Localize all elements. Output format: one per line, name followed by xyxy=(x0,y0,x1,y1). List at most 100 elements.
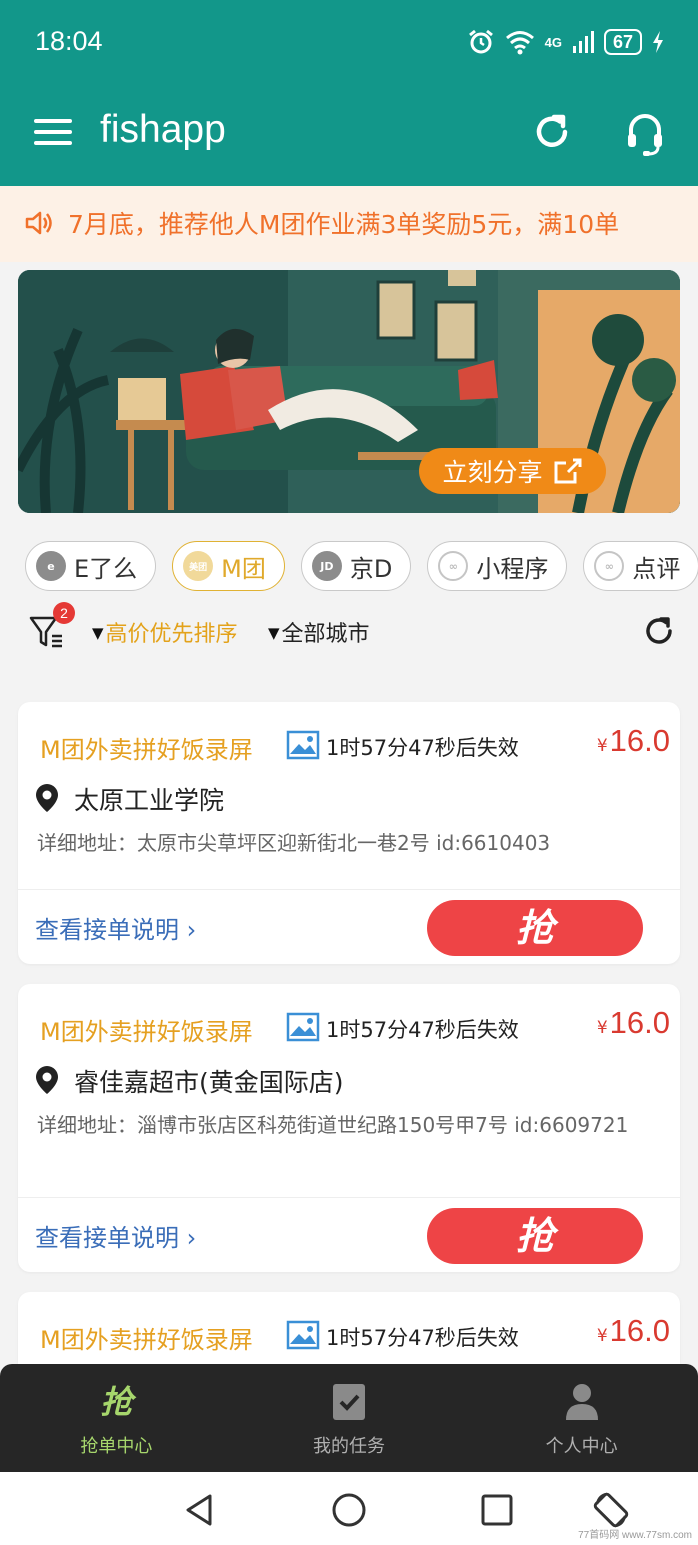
shop-address: 详细地址：淄博市张店区科苑街道世纪路150号甲7号 id:6609721 xyxy=(37,1113,629,1137)
image-icon[interactable] xyxy=(286,1320,320,1350)
price-value: 16.0 xyxy=(609,723,670,758)
tab-eleme[interactable]: e E了么 xyxy=(25,541,157,591)
tab-jd[interactable]: JD 京D xyxy=(300,541,412,591)
caret-down-icon: ▼ xyxy=(268,624,280,642)
link-label: 查看接单说明 xyxy=(35,916,179,944)
headset-icon[interactable] xyxy=(623,110,667,158)
chevron-right-icon: › xyxy=(179,1224,197,1252)
tab-dianping[interactable]: ∞ 点评 xyxy=(583,541,698,591)
link-icon: ∞ xyxy=(594,551,625,581)
nav-label: 我的任务 xyxy=(313,1436,385,1457)
system-nav: 77首码网 www.77sm.com xyxy=(0,1472,698,1545)
filter-badge: 2 xyxy=(53,602,75,624)
order-expire: 1时57分47秒后失效 xyxy=(326,1018,519,1042)
home-icon[interactable] xyxy=(329,1490,369,1530)
nav-grab-center[interactable]: 抢 抢单中心 xyxy=(0,1364,233,1472)
status-time: 18:04 xyxy=(35,26,103,56)
status-icons: 4G 67 xyxy=(467,26,664,58)
network-type: 4G xyxy=(544,34,562,50)
bottom-nav: 抢 抢单中心 我的任务 个人中心 xyxy=(0,1364,698,1472)
currency-symbol: ¥ xyxy=(596,1018,608,1038)
shop-name: 太原工业学院 xyxy=(74,786,225,815)
status-bar: 18:04 4G 67 xyxy=(0,0,698,86)
tab-label: 小程序 xyxy=(476,554,549,583)
grab-order-button[interactable]: 抢 xyxy=(427,1208,643,1264)
sort-label: 高价优先排序 xyxy=(105,622,238,647)
divider xyxy=(18,1197,680,1198)
tab-label: E了么 xyxy=(74,554,138,583)
nav-label: 抢单中心 xyxy=(80,1436,153,1457)
order-instructions-link[interactable]: 查看接单说明 › xyxy=(35,1218,196,1253)
grab-glyph: 抢 xyxy=(100,1383,133,1421)
rotate-icon[interactable] xyxy=(591,1490,631,1530)
tab-label: M团 xyxy=(221,554,266,583)
jd-icon: JD xyxy=(311,551,342,581)
order-card: M团外卖拼好饭录屏 1时57分47秒后失效 ¥16.0 xyxy=(18,1292,680,1364)
tab-meituan[interactable]: 美团 M团 xyxy=(172,541,285,591)
share-label: 立刻分享 xyxy=(442,458,543,487)
caret-down-icon: ▼ xyxy=(92,624,104,642)
chevron-right-icon: › xyxy=(179,916,197,944)
list-refresh-icon[interactable] xyxy=(642,614,676,648)
sort-dropdown[interactable]: ▼高价优先排序 xyxy=(92,616,238,648)
currency-symbol: ¥ xyxy=(596,736,608,756)
city-label: 全部城市 xyxy=(281,622,370,647)
nav-profile[interactable]: 个人中心 xyxy=(465,1364,698,1472)
app-bar: fishapp xyxy=(0,86,698,186)
city-dropdown[interactable]: ▼全部城市 xyxy=(268,616,370,648)
order-title: M团外卖拼好饭录屏 xyxy=(40,1018,253,1046)
menu-button[interactable] xyxy=(34,119,72,149)
battery-icon: 67 xyxy=(603,29,642,55)
alarm-icon xyxy=(468,29,493,54)
nav-label: 个人中心 xyxy=(545,1436,618,1457)
nav-my-tasks[interactable]: 我的任务 xyxy=(233,1364,466,1472)
meituan-icon: 美团 xyxy=(183,551,214,581)
order-title: M团外卖拼好饭录屏 xyxy=(40,736,253,764)
order-price: ¥16.0 xyxy=(597,1005,670,1041)
share-icon xyxy=(554,458,581,484)
menu-icon-bar xyxy=(34,130,72,134)
notice-text: 7月底，推荐他人M团作业满3单奖励5元，满10单 xyxy=(68,210,620,239)
refresh-icon[interactable] xyxy=(530,110,574,154)
notice-bar[interactable]: 7月底，推荐他人M团作业满3单奖励5元，满10单 xyxy=(0,186,698,262)
order-title: M团外卖拼好饭录屏 xyxy=(40,1326,253,1354)
currency-symbol: ¥ xyxy=(596,1326,608,1346)
image-icon[interactable] xyxy=(286,730,320,760)
speaker-icon xyxy=(25,211,52,235)
charging-icon xyxy=(653,31,663,53)
order-card: M团外卖拼好饭录屏 1时57分47秒后失效 ¥16.0 太原工业学院 详细地址：… xyxy=(18,702,680,964)
task-check-icon xyxy=(333,1384,365,1420)
location-pin-icon xyxy=(36,1066,58,1094)
divider xyxy=(18,889,680,890)
menu-icon-bar xyxy=(34,119,72,123)
eleme-icon: e xyxy=(36,551,66,581)
recents-icon[interactable] xyxy=(477,1490,517,1530)
order-card: M团外卖拼好饭录屏 1时57分47秒后失效 ¥16.0 睿佳嘉超市(黄金国际店)… xyxy=(18,984,680,1272)
tab-label: 京D xyxy=(349,554,393,583)
person-icon xyxy=(565,1384,598,1420)
back-icon[interactable] xyxy=(180,1490,220,1530)
order-instructions-link[interactable]: 查看接单说明 › xyxy=(35,910,196,945)
share-button[interactable]: 立刻分享 xyxy=(419,448,606,494)
link-label: 查看接单说明 xyxy=(35,1224,179,1252)
shop-address: 详细地址：太原市尖草坪区迎新街北一巷2号 id:6610403 xyxy=(37,831,551,855)
watermark: 77首码网 www.77sm.com xyxy=(578,1530,692,1541)
price-value: 16.0 xyxy=(609,1313,670,1348)
shop-name: 睿佳嘉超市(黄金国际店) xyxy=(74,1068,344,1097)
app-title: fishapp xyxy=(100,108,226,151)
signal-icon xyxy=(572,31,594,53)
order-expire: 1时57分47秒后失效 xyxy=(326,736,519,760)
image-icon[interactable] xyxy=(286,1012,320,1042)
tab-label: 点评 xyxy=(632,554,681,583)
order-price: ¥16.0 xyxy=(597,1313,670,1349)
order-price: ¥16.0 xyxy=(597,723,670,759)
wifi-icon xyxy=(505,31,534,55)
tab-miniprogram[interactable]: ∞ 小程序 xyxy=(427,541,568,591)
location-pin-icon xyxy=(36,784,58,812)
platform-tabs: e E了么 美团 M团 JD 京D ∞ 小程序 ∞ 点评 xyxy=(25,541,698,591)
link-icon: ∞ xyxy=(438,551,469,581)
grab-icon: 抢 xyxy=(96,1382,136,1422)
price-value: 16.0 xyxy=(609,1005,670,1040)
order-expire: 1时57分47秒后失效 xyxy=(326,1326,519,1350)
grab-order-button[interactable]: 抢 xyxy=(427,900,643,956)
